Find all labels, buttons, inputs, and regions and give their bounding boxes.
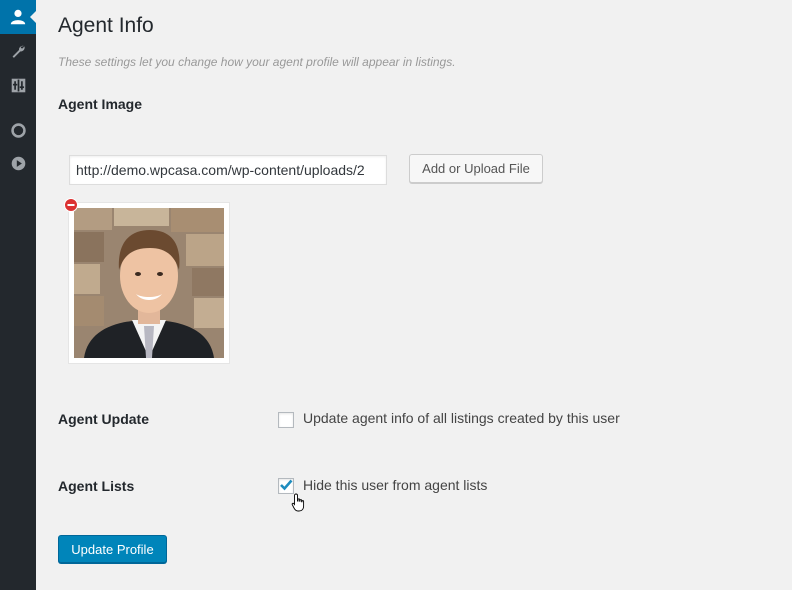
sidebar-item-circle[interactable] xyxy=(0,113,36,147)
settings-grid-icon xyxy=(11,78,25,92)
image-url-input[interactable] xyxy=(69,155,387,185)
hand-cursor-icon xyxy=(291,493,305,512)
admin-sidebar xyxy=(0,0,37,590)
page-title: Agent Info xyxy=(58,14,154,37)
page-description: These settings let you change how your a… xyxy=(58,55,456,69)
play-icon xyxy=(11,156,25,170)
agent-update-checkbox[interactable] xyxy=(278,412,294,428)
main-content: Agent Info These settings let you change… xyxy=(36,0,792,590)
circle-icon xyxy=(10,122,26,138)
agent-update-label: Agent Update xyxy=(58,411,149,427)
sidebar-item-settings[interactable] xyxy=(0,68,36,102)
sidebar-item-profile[interactable] xyxy=(0,0,37,34)
agent-image-label: Agent Image xyxy=(58,96,143,112)
checkmark-icon xyxy=(280,479,293,491)
agent-lists-checkbox[interactable] xyxy=(278,478,294,494)
update-profile-button[interactable]: Update Profile xyxy=(58,535,167,563)
sidebar-item-tools[interactable] xyxy=(0,34,36,68)
agent-lists-label: Agent Lists xyxy=(58,478,135,494)
user-icon xyxy=(10,9,26,25)
remove-image-icon[interactable] xyxy=(64,198,78,212)
wrench-icon xyxy=(12,45,25,58)
sidebar-item-media[interactable] xyxy=(0,146,36,180)
agent-image-preview xyxy=(68,202,230,364)
agent-update-checkbox-label[interactable]: Update agent info of all listings create… xyxy=(303,410,620,426)
add-upload-file-button[interactable]: Add or Upload File xyxy=(409,154,543,183)
agent-lists-checkbox-label[interactable]: Hide this user from agent lists xyxy=(303,477,487,493)
agent-photo xyxy=(74,208,224,358)
